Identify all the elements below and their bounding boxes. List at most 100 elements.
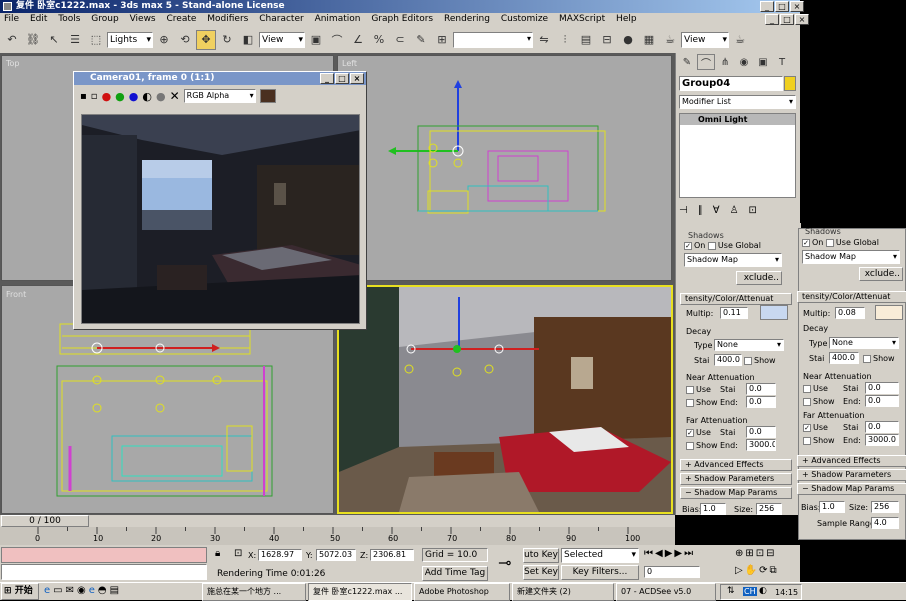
float-decay-start-field[interactable]: 400.0 — [829, 352, 859, 364]
menu-character[interactable]: Character — [259, 14, 303, 24]
fov-icon[interactable]: ▷ — [735, 565, 743, 576]
hierarchy-tab-icon[interactable]: ⋔ — [716, 54, 734, 70]
align-icon[interactable]: ⫶ — [555, 30, 575, 50]
stack-item[interactable]: Omni Light — [680, 114, 795, 125]
advanced-effects-rollout[interactable]: + Advanced Effects — [680, 459, 792, 471]
next-frame-icon[interactable]: ▶ — [674, 548, 682, 559]
menu-modifiers[interactable]: Modifiers — [207, 14, 248, 24]
ie-icon[interactable]: e — [44, 585, 50, 596]
auto-key-button[interactable]: uto Key — [523, 548, 559, 563]
pin-stack-icon[interactable]: ⊣ — [679, 205, 688, 216]
material-editor-icon[interactable]: ● — [618, 30, 638, 50]
time-slider[interactable]: 0 / 100 — [1, 515, 89, 527]
far-start-field[interactable]: 0.0 — [746, 426, 776, 438]
float-shadow-type-dropdown[interactable]: Shadow Map ▾ — [802, 250, 900, 264]
multiplier-color-swatch[interactable] — [760, 305, 788, 320]
doc-restore-button[interactable]: □ — [780, 14, 794, 25]
tray-app-icon[interactable]: ◐ — [759, 586, 767, 596]
left-viewport[interactable]: Left — [337, 55, 672, 281]
shadow-map-params-rollout[interactable]: − Shadow Map Params — [680, 487, 792, 499]
reference-coord-dropdown[interactable]: View ▾ — [259, 31, 305, 48]
goto-end-icon[interactable]: ⏭ — [684, 548, 693, 559]
near-use-checkbox[interactable] — [686, 385, 694, 394]
decay-type-dropdown[interactable]: None ▾ — [714, 339, 784, 351]
percent-snap-icon[interactable]: % — [369, 30, 389, 50]
scale-icon[interactable]: ◧ — [238, 30, 258, 50]
float-multiplier-color-swatch[interactable] — [875, 305, 903, 320]
make-unique-icon[interactable]: ∀ — [713, 205, 720, 216]
float-shadow-map-params-rollout[interactable]: − Shadow Map Params — [797, 483, 906, 495]
show-end-result-icon[interactable]: ∥ — [698, 205, 703, 216]
set-key-button[interactable]: Set Key — [523, 565, 559, 580]
clear-icon[interactable]: ✕ — [170, 89, 180, 103]
edit-named-selection-icon[interactable]: ⊞ — [432, 30, 452, 50]
float-bias-field[interactable]: 1.0 — [819, 501, 845, 513]
add-time-tag-button[interactable]: Add Time Tag — [422, 566, 488, 581]
mirror-icon[interactable]: ⇋ — [534, 30, 554, 50]
render-type-dropdown[interactable]: View ▾ — [681, 31, 729, 48]
menu-animation[interactable]: Animation — [315, 14, 361, 24]
float-multiplier-field[interactable]: 0.08 — [835, 307, 865, 319]
remove-modifier-icon[interactable]: ♙ — [730, 205, 739, 216]
configure-sets-icon[interactable]: ⊡ — [749, 205, 757, 216]
float-exclude-button[interactable]: xclude.. — [859, 267, 903, 281]
zoom-icon[interactable]: ⊕ — [735, 548, 743, 559]
render-close-button[interactable]: × — [350, 73, 364, 84]
minimize-button[interactable]: _ — [760, 1, 774, 12]
menu-create[interactable]: Create — [167, 14, 197, 24]
z-coordinate-field[interactable]: 2306.81 — [370, 549, 414, 561]
shadows-on-checkbox[interactable]: ✓ — [684, 241, 692, 250]
display-tab-icon[interactable]: ▣ — [754, 54, 772, 70]
menu-maxscript[interactable]: MAXScript — [559, 14, 605, 24]
camera-viewport[interactable] — [337, 285, 673, 514]
zoom-all-icon[interactable]: ⊞ — [745, 548, 753, 559]
use-global-checkbox[interactable] — [707, 241, 716, 250]
create-tab-icon[interactable]: ✎ — [678, 54, 696, 70]
shadow-type-dropdown[interactable]: Shadow Map ▾ — [684, 253, 782, 267]
float-near-end-field[interactable]: 0.0 — [865, 395, 899, 407]
decay-show-checkbox[interactable] — [744, 356, 752, 365]
zoom-extents-all-icon[interactable]: ⊟ — [766, 548, 774, 559]
utilities-tab-icon[interactable]: T — [773, 54, 791, 70]
maximize-viewport-icon[interactable]: ⧉ — [770, 565, 777, 576]
pan-icon[interactable]: ✋ — [745, 565, 757, 576]
key-selection-dropdown[interactable]: Selected ▾ — [561, 548, 639, 563]
ime-indicator[interactable]: CH — [743, 587, 757, 596]
modifier-list-dropdown[interactable]: Modifier List ▾ — [679, 95, 796, 109]
doc-close-button[interactable]: × — [795, 14, 809, 25]
object-color-swatch[interactable] — [784, 76, 796, 91]
named-selection-icon[interactable]: ✎ — [411, 30, 431, 50]
menu-help[interactable]: Help — [616, 14, 637, 24]
green-channel-icon[interactable]: ● — [115, 90, 125, 103]
float-shadows-on-checkbox[interactable]: ✓ — [802, 238, 810, 247]
taskbar-item-photoshop[interactable]: Adobe Photoshop — [414, 583, 510, 601]
close-button[interactable]: × — [790, 1, 804, 12]
zoom-extents-icon[interactable]: ⊡ — [756, 548, 764, 559]
float-decay-show-checkbox[interactable] — [863, 354, 871, 363]
object-name-field[interactable]: Group04 — [679, 76, 783, 91]
exclude-button[interactable]: xclude.. — [736, 271, 782, 285]
link-icon[interactable]: ⛓ — [23, 30, 43, 50]
maximize-button[interactable]: □ — [775, 1, 789, 12]
absolute-mode-icon[interactable]: ⊡ — [234, 548, 242, 559]
float-far-end-field[interactable]: 3000.0 — [865, 434, 899, 446]
media-icon[interactable]: ◉ — [77, 585, 86, 596]
far-show-checkbox[interactable] — [686, 441, 694, 450]
goto-start-icon[interactable]: ⏮ — [644, 548, 653, 559]
pivot-icon[interactable]: ▣ — [306, 30, 326, 50]
maxscript-input[interactable] — [1, 564, 207, 580]
bias-field[interactable]: 1.0 — [700, 503, 726, 515]
menu-group[interactable]: Group — [91, 14, 118, 24]
mono-icon[interactable]: ● — [156, 90, 166, 103]
undo-icon[interactable]: ↶ — [2, 30, 22, 50]
alpha-channel-icon[interactable]: ◐ — [142, 90, 152, 103]
render-scene-icon[interactable]: ▦ — [639, 30, 659, 50]
move-icon[interactable]: ✥ — [196, 29, 216, 50]
far-use-checkbox[interactable]: ✓ — [686, 428, 694, 437]
menu-tools[interactable]: Tools — [58, 14, 80, 24]
color-swatch[interactable] — [259, 89, 276, 103]
play-icon[interactable]: ▶ — [665, 548, 673, 559]
maxscript-listener[interactable] — [1, 547, 207, 563]
qq-icon[interactable]: ◓ — [98, 585, 107, 596]
start-button[interactable]: ⊞ 开始 — [1, 583, 39, 600]
